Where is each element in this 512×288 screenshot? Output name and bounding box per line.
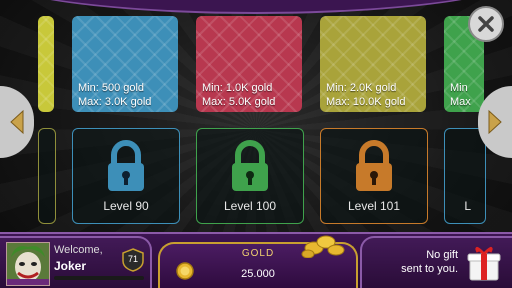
room-card-500[interactable]: Min: 500 gold Max: 3.0K gold bbox=[72, 16, 178, 112]
avatar[interactable] bbox=[6, 242, 50, 286]
level-number: 71 bbox=[127, 254, 138, 264]
locked-room-level-label: Level 100 bbox=[223, 199, 277, 213]
room-max-label: Max: 3.0K gold bbox=[78, 96, 152, 108]
joker-avatar-image bbox=[7, 243, 49, 285]
level-badge: 71 bbox=[122, 248, 144, 272]
locked-room-partial-right[interactable]: L bbox=[444, 128, 486, 224]
room-min-label: Min: 2.0K gold bbox=[326, 82, 397, 94]
locked-room-level-101[interactable]: Level 101 bbox=[320, 128, 428, 224]
room-min-label: Min: 500 gold bbox=[78, 82, 145, 94]
padlock-icon bbox=[356, 140, 392, 191]
gift-box-icon[interactable] bbox=[466, 242, 502, 282]
room-card-partial-left[interactable] bbox=[38, 16, 54, 112]
padlock-icon bbox=[108, 140, 144, 191]
coin-pile-icon bbox=[301, 235, 345, 258]
gift-status: No gift sent to you. bbox=[401, 248, 458, 276]
room-min-label: Min bbox=[450, 82, 468, 94]
xp-bar bbox=[54, 276, 144, 280]
gift-status-line2: sent to you. bbox=[401, 263, 458, 275]
room-max-label: Max bbox=[450, 96, 471, 108]
locked-room-level-label: Level 101 bbox=[347, 199, 401, 213]
room-max-label: Max: 10.0K gold bbox=[326, 96, 406, 108]
room-max-label: Max: 5.0K gold bbox=[202, 96, 276, 108]
gold-amount: 25.000 bbox=[241, 268, 275, 280]
arrow-right-icon bbox=[488, 109, 502, 135]
locked-room-level-label: Level 90 bbox=[103, 199, 149, 213]
room-card-2k[interactable]: Min: 2.0K gold Max: 10.0K gold bbox=[320, 16, 426, 112]
username: Joker bbox=[54, 259, 87, 273]
locked-room-level-90[interactable]: Level 90 bbox=[72, 128, 180, 224]
close-button[interactable] bbox=[468, 6, 504, 42]
profile-panel[interactable]: Welcome, Joker 71 bbox=[0, 236, 152, 288]
room-card-1k[interactable]: Min: 1.0K gold Max: 5.0K gold bbox=[196, 16, 302, 112]
arrow-left-icon bbox=[10, 109, 24, 135]
locked-room-partial-left[interactable] bbox=[38, 128, 56, 224]
padlock-icon bbox=[232, 140, 268, 191]
gift-status-line1: No gift bbox=[426, 249, 458, 261]
room-min-label: Min: 1.0K gold bbox=[202, 82, 273, 94]
welcome-label: Welcome, bbox=[54, 244, 103, 256]
locked-room-level-100[interactable]: Level 100 bbox=[196, 128, 304, 224]
close-icon bbox=[478, 16, 494, 32]
locked-room-level-label: L bbox=[464, 199, 471, 213]
gift-panel[interactable]: No gift sent to you. bbox=[360, 236, 512, 288]
